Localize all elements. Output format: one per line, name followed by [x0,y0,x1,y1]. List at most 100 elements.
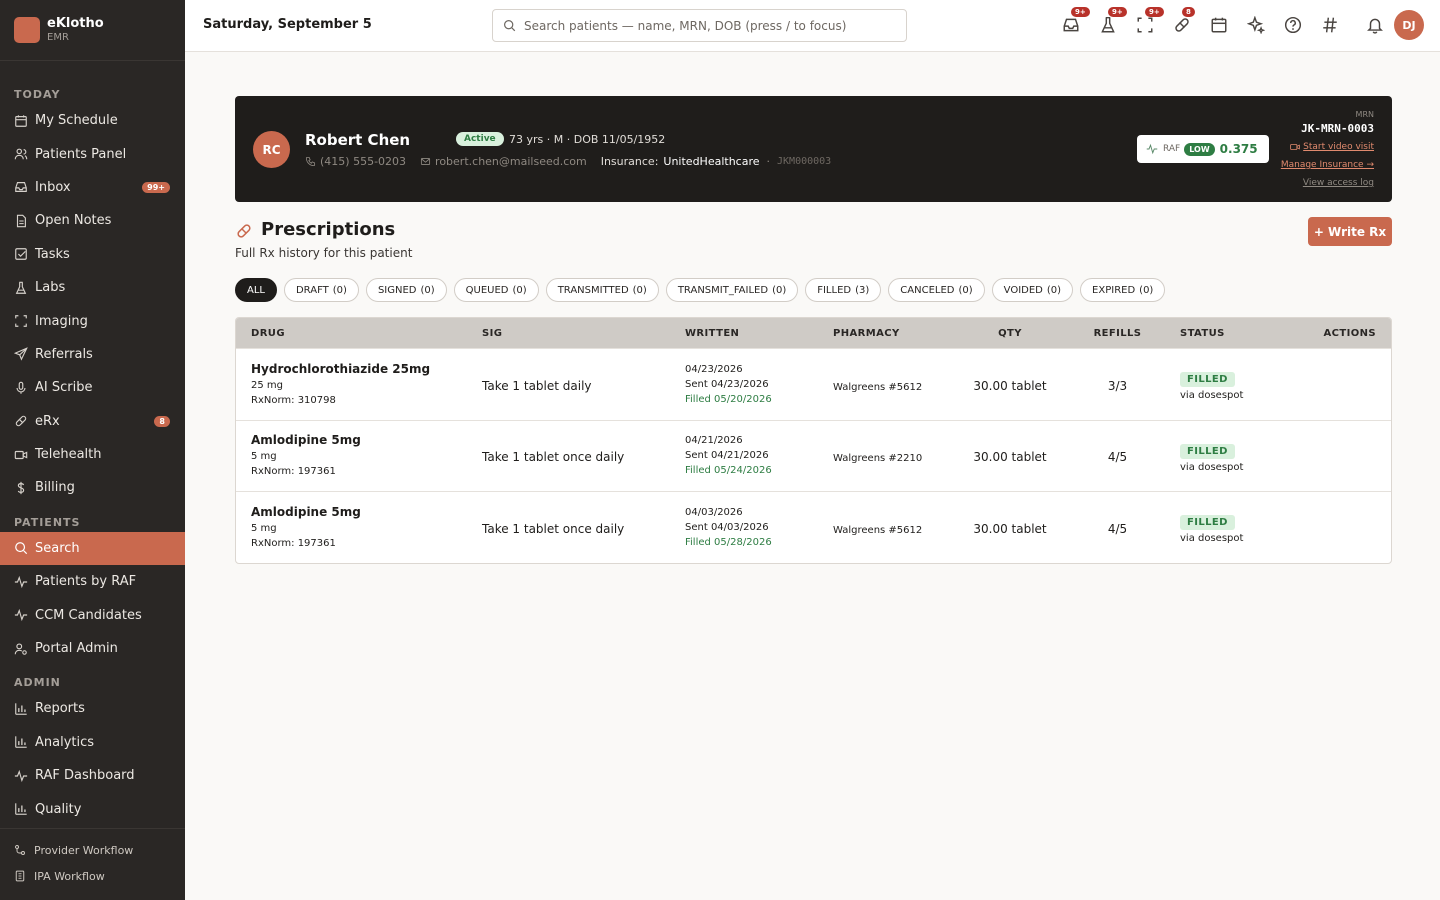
sidebar-item-label: Tasks [35,246,70,262]
insurance-label: Insurance: [600,155,659,168]
filter-label: VOIDED [1003,284,1043,296]
sidebar-item-analytics[interactable]: Analytics [0,726,185,759]
start-video-visit-label: Start video visit [1303,142,1374,152]
patient-phone[interactable]: (415) 555-0203 [320,155,406,168]
brand[interactable]: eKlotho EMR [0,0,185,61]
scan-button[interactable]: 9+ [1136,7,1164,34]
filter-signed[interactable]: SIGNED (0) [365,278,447,302]
sidebar-footer-label: IPA Workflow [34,869,105,883]
pharmacy-name: Walgreens #2210 [833,453,923,465]
sidebar-footer-item-provider-workflow[interactable]: Provider Workflow [0,837,185,863]
filter-queued[interactable]: QUEUED (0) [453,278,539,302]
filter-all[interactable]: ALL [235,278,277,302]
send-icon [14,347,28,362]
sidebar-item-erx[interactable]: eRx 8 [0,405,185,438]
status-via: via dosespot [1180,533,1244,545]
filter-filled[interactable]: FILLED (3) [805,278,882,302]
bell-button[interactable] [1366,16,1384,34]
sidebar-item-patients-panel[interactable]: Patients Panel [0,137,185,170]
cell-qty: 30.00 tablet [950,446,1070,465]
filter-canceled[interactable]: CANCELED (0) [888,278,985,302]
sidebar-item-reports[interactable]: Reports [0,692,185,725]
bar-chart-icon [14,702,28,716]
sidebar-item-label: Portal Admin [35,641,118,657]
drug-rxnorm: RxNorm: 197361 [251,537,336,549]
activity-icon [14,769,28,783]
sidebar-item-tasks[interactable]: Tasks [0,238,185,271]
col-refills[interactable]: REFILLS [1070,328,1165,339]
sidebar-item-raf-dashboard[interactable]: RAF Dashboard [0,759,185,792]
member-id: JKM000003 [777,156,832,167]
sparkles-button[interactable] [1247,16,1265,34]
sidebar-item-search[interactable]: Search [0,531,185,566]
refills: 4/5 [1107,521,1128,536]
sidebar-footer-item-ipa-workflow[interactable]: IPA Workflow [0,863,185,889]
users-icon [14,147,28,161]
filter-count: (3) [855,284,870,296]
col-status[interactable]: STATUS [1165,328,1275,339]
filter-voided[interactable]: VOIDED (0) [991,278,1074,302]
brand-name: eKlotho [47,16,104,31]
sparkles-icon [1247,16,1265,34]
hash-button[interactable] [1321,16,1339,34]
search-input[interactable] [524,18,906,33]
inbox-button[interactable]: 9+ [1062,7,1090,34]
drug-strength: 5 mg [251,522,277,534]
cell-pharmacy: Walgreens #5612 [818,375,950,394]
pill-button[interactable]: 8 [1173,7,1195,34]
start-video-visit-link[interactable]: Start video visit [1290,142,1374,152]
filter-draft[interactable]: DRAFT (0) [283,278,359,302]
col-drug[interactable]: DRUG [236,328,467,339]
sidebar-item-ccm-candidates[interactable]: CCM Candidates [0,598,185,631]
sidebar-item-billing[interactable]: Billing [0,471,185,504]
sidebar-item-telehealth[interactable]: Telehealth [0,438,185,471]
filter-transmit-failed[interactable]: TRANSMIT_FAILED (0) [665,278,799,302]
drug-strength: 25 mg [251,379,283,391]
patient-search[interactable] [492,9,907,42]
table-row[interactable]: Hydrochlorothiazide 25mg 25 mg RxNorm: 310… [236,348,1391,420]
filter-count: (0) [632,284,647,296]
sidebar-item-patients-by-raf[interactable]: Patients by RAF [0,565,185,598]
filter-expired[interactable]: EXPIRED (0) [1080,278,1166,302]
sidebar-item-inbox[interactable]: Inbox 99+ [0,171,185,204]
sidebar-item-label: Analytics [35,734,95,750]
notification-badge: 9+ [1145,7,1164,17]
manage-insurance-link[interactable]: Manage Insurance → [1281,160,1374,170]
sidebar-item-quality[interactable]: Quality [0,792,185,825]
table-row[interactable]: Amlodipine 5mg 5 mg RxNorm: 197361 Take 1 t… [236,491,1391,563]
written-date: 04/21/2026 [685,435,743,447]
filter-transmitted[interactable]: TRANSMITTED (0) [545,278,659,302]
user-avatar[interactable]: DJ [1394,10,1424,40]
help-button[interactable] [1284,16,1302,34]
filled-date: Filled 05/28/2026 [685,536,772,548]
video-icon [1290,142,1300,152]
col-sig[interactable]: SIG [467,328,670,339]
sidebar-item-referrals[interactable]: Referrals [0,338,185,371]
col-qty[interactable]: QTY [950,328,1070,339]
table-row[interactable]: Amlodipine 5mg 5 mg RxNorm: 197361 Take 1 t… [236,419,1391,492]
notification-badge: 9+ [1108,7,1127,17]
brand-logo [14,17,40,43]
patient-email[interactable]: robert.chen@mailseed.com [435,155,587,168]
sidebar-item-portal-admin[interactable]: Portal Admin [0,632,185,665]
sidebar-item-open-notes[interactable]: Open Notes [0,204,185,237]
sidebar-item-imaging[interactable]: Imaging [0,304,185,337]
sidebar-item-my-schedule[interactable]: My Schedule [0,104,185,137]
user-cog-icon [14,642,28,656]
cell-status: FILLED via dosespot [1165,367,1275,401]
quantity: 30.00 tablet [973,450,1047,465]
sidebar-item-ai-scribe[interactable]: AI Scribe [0,371,185,404]
col-written[interactable]: WRITTEN [670,328,818,339]
sidebar-item-label: Reports [35,701,85,717]
calendar-icon [14,114,28,128]
sidebar-item-label: Imaging [35,313,88,329]
nav-sections: TODAY My Schedule Patients Panel Inbox 99+ Op… [0,61,185,826]
col-pharmacy[interactable]: PHARMACY [818,328,950,339]
sidebar-item-labs[interactable]: Labs [0,271,185,304]
raf-score-box[interactable]: RAF LOW 0.375 [1137,135,1269,163]
calendar-button[interactable] [1210,16,1228,34]
status-badge: FILLED [1180,443,1235,459]
write-rx-button[interactable]: + Write Rx [1308,217,1392,246]
view-access-log-link[interactable]: View access log [1303,178,1374,188]
flask-button[interactable]: 9+ [1099,7,1127,34]
